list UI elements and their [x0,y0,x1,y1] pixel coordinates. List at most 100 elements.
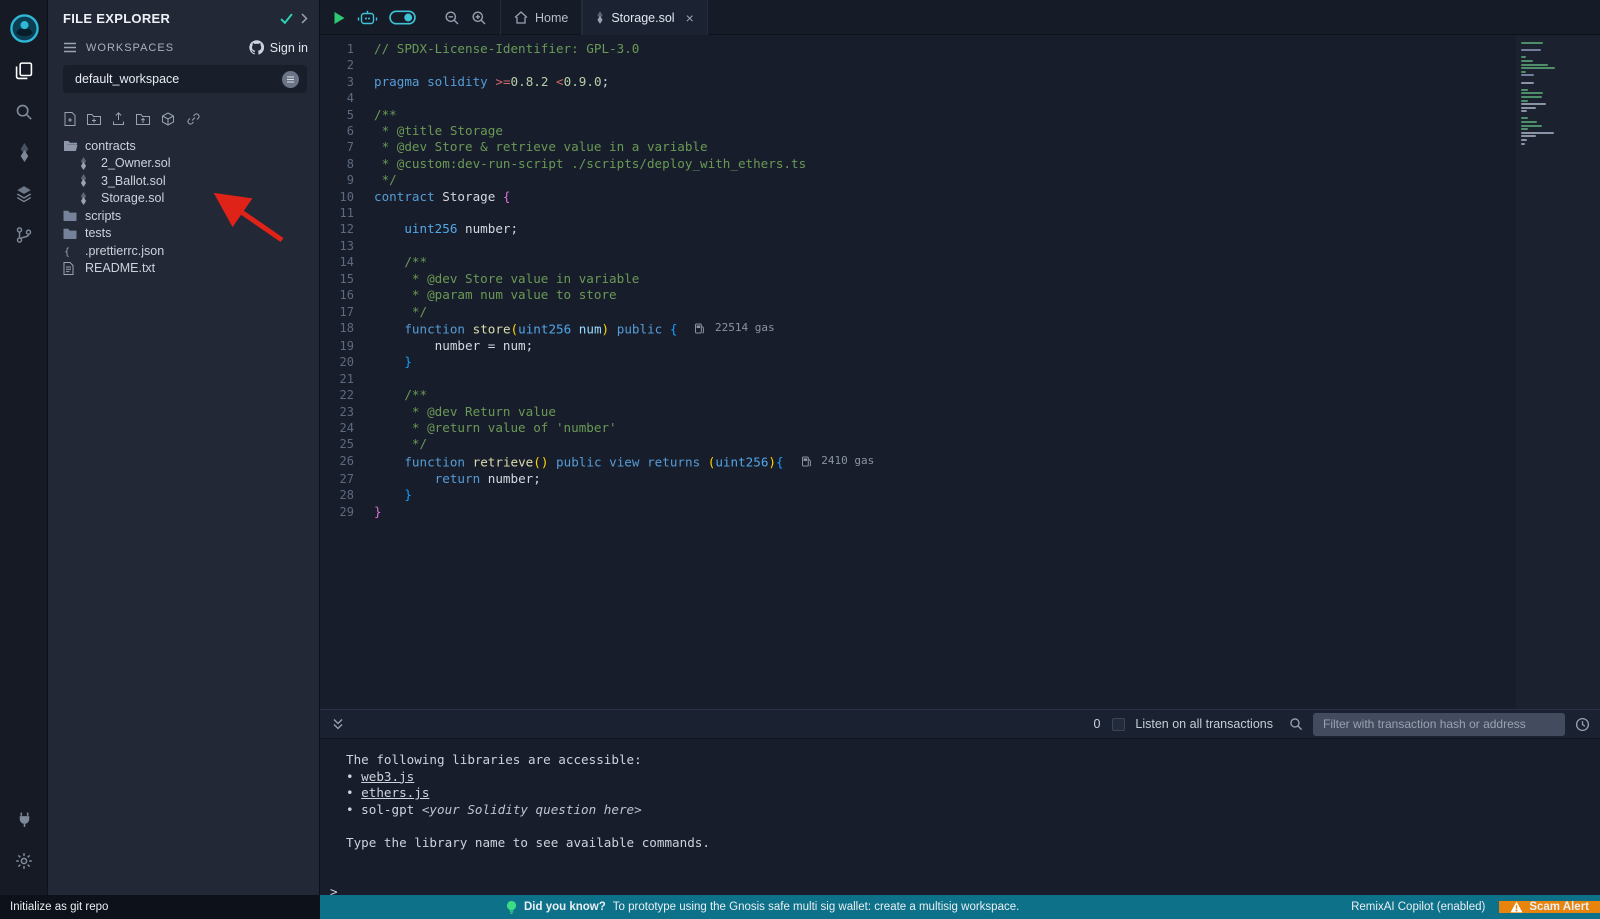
line-number: 20 [320,354,374,370]
deploy-and-run-icon[interactable] [0,173,48,214]
tab-storage-sol[interactable]: Storage.sol × [582,0,707,35]
line-number: 16 [320,287,374,303]
did-you-know-text: To prototype using the Gnosis safe multi… [613,901,1020,913]
folder-open-icon [63,140,80,152]
line-number: 4 [320,90,374,106]
tree-item-README.txt[interactable]: README.txt [48,260,320,278]
code-line-15[interactable]: 15 * @dev Store value in variable [320,271,1600,287]
code-line-11[interactable]: 11 [320,205,1600,221]
tree-item-Storage.sol[interactable]: Storage.sol [48,190,320,208]
code-line-21[interactable]: 21 [320,371,1600,387]
code-line-2[interactable]: 2 [320,57,1600,73]
tree-item-label: 3_Ballot.sol [101,174,166,188]
history-icon[interactable] [1575,717,1590,732]
transaction-filter-input[interactable] [1313,713,1565,736]
file-icon [63,262,80,275]
library-link[interactable]: ethers.js [361,785,429,800]
code-line-5[interactable]: 5/** [320,107,1600,123]
code-line-3[interactable]: 3pragma solidity >=0.8.2 <0.9.0; [320,74,1600,90]
line-number: 6 [320,123,374,139]
tree-item-contracts[interactable]: contracts [48,137,320,155]
workspace-menu-icon[interactable] [282,71,299,88]
solidity-file-icon [596,11,604,24]
code-line-22[interactable]: 22 /** [320,387,1600,403]
code-line-14[interactable]: 14 /** [320,254,1600,270]
code-line-13[interactable]: 13 [320,238,1600,254]
cube-icon[interactable] [161,112,175,126]
code-line-7[interactable]: 7 * @dev Store & retrieve value in a var… [320,139,1600,155]
library-link[interactable]: web3.js [361,769,414,784]
code-line-16[interactable]: 16 * @param num value to store [320,287,1600,303]
tab-home[interactable]: Home [500,0,582,35]
ai-assistant-icon[interactable] [357,9,378,26]
code-line-28[interactable]: 28 } [320,487,1600,503]
code-line-10[interactable]: 10contract Storage { [320,189,1600,205]
tree-item-tests[interactable]: tests [48,225,320,243]
code-editor[interactable]: 1// SPDX-License-Identifier: GPL-3.023pr… [320,35,1600,709]
chevron-right-icon[interactable] [301,13,308,24]
tree-item-3_Ballot.sol[interactable]: 3_Ballot.sol [48,172,320,190]
scam-alert-button[interactable]: Scam Alert [1499,901,1600,913]
code-line-25[interactable]: 25 */ [320,436,1600,452]
code-line-8[interactable]: 8 * @custom:dev-run-script ./scripts/dep… [320,156,1600,172]
git-icon[interactable] [0,214,48,255]
remix-logo[interactable] [0,6,48,50]
settings-gear-icon[interactable] [0,840,48,881]
new-folder-icon[interactable] [87,113,101,126]
close-tab-icon[interactable]: × [686,11,694,25]
code-line-4[interactable]: 4 [320,90,1600,106]
upload-folder-icon[interactable] [136,113,150,126]
home-icon [514,11,528,24]
code-line-26[interactable]: 26 function retrieve() public view retur… [320,453,1600,471]
sign-in-button[interactable]: Sign in [249,40,308,55]
tree-item-.prettierrc.json[interactable]: { }.prettierrc.json [48,242,320,260]
new-file-icon[interactable] [64,112,76,126]
terminal-line: • ethers.js [320,785,1600,802]
activity-bar [0,0,48,895]
line-number: 13 [320,238,374,254]
plugin-manager-icon[interactable] [0,799,48,840]
search-icon[interactable] [0,91,48,132]
workspaces-label: WORKSPACES [86,42,174,54]
file-explorer-icon[interactable] [0,50,48,91]
line-number: 1 [320,41,374,57]
terminal-output[interactable]: The following libraries are accessible:•… [320,739,1600,895]
code-area[interactable]: 1// SPDX-License-Identifier: GPL-3.023pr… [320,35,1600,520]
git-init-status[interactable]: Initialize as git repo [0,895,320,919]
code-line-24[interactable]: 24 * @return value of 'number' [320,420,1600,436]
upload-file-icon[interactable] [112,112,125,126]
line-number: 22 [320,387,374,403]
workspace-selector[interactable]: default_workspace [63,65,307,93]
expand-terminal-icon[interactable] [332,718,344,731]
tree-item-label: 2_Owner.sol [101,156,170,170]
workspaces-menu-icon[interactable] [63,42,77,53]
line-number: 15 [320,271,374,287]
copilot-toggle[interactable] [389,10,416,25]
tree-item-scripts[interactable]: scripts [48,207,320,225]
code-line-9[interactable]: 9 */ [320,172,1600,188]
zoom-in-icon[interactable] [471,10,487,26]
code-line-27[interactable]: 27 return number; [320,471,1600,487]
code-line-18[interactable]: 18 function store(uint256 num) public { … [320,320,1600,338]
copilot-status[interactable]: RemixAI Copilot (enabled) [1351,901,1485,913]
minimap[interactable] [1516,35,1590,709]
line-number: 12 [320,221,374,237]
code-line-1[interactable]: 1// SPDX-License-Identifier: GPL-3.0 [320,41,1600,57]
run-script-button[interactable] [333,11,346,25]
code-line-29[interactable]: 29} [320,504,1600,520]
code-line-6[interactable]: 6 * @title Storage [320,123,1600,139]
line-number: 25 [320,436,374,452]
code-line-12[interactable]: 12 uint256 number; [320,221,1600,237]
terminal-search-icon[interactable] [1289,717,1303,731]
code-line-23[interactable]: 23 * @dev Return value [320,404,1600,420]
code-line-17[interactable]: 17 */ [320,304,1600,320]
solidity-compiler-icon[interactable] [0,132,48,173]
line-number: 19 [320,338,374,354]
zoom-out-icon[interactable] [444,10,460,26]
code-line-19[interactable]: 19 number = num; [320,338,1600,354]
link-icon[interactable] [186,112,201,126]
tree-item-2_Owner.sol[interactable]: 2_Owner.sol [48,155,320,173]
check-icon[interactable] [280,13,293,24]
code-line-20[interactable]: 20 } [320,354,1600,370]
listen-checkbox[interactable] [1112,718,1125,731]
